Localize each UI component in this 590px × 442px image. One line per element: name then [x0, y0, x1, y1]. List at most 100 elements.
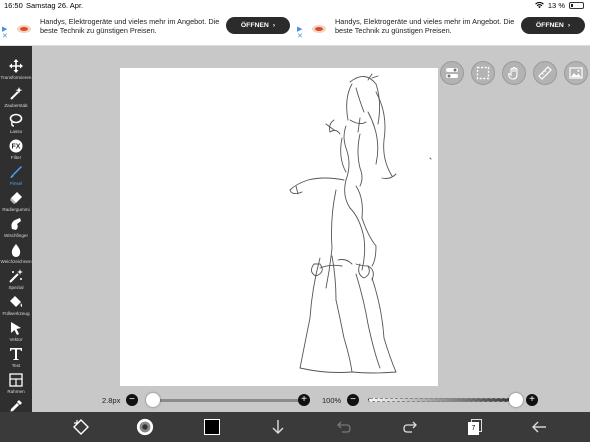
tool-label: Pinsel [9, 181, 23, 186]
tool-label: Vektor [9, 337, 23, 342]
opacity-slider-handle[interactable] [509, 393, 523, 407]
ad-right[interactable]: ▶ ✕ Handys, Elektrogeräte und vieles mehr… [295, 12, 590, 46]
ad-open-button[interactable]: ÖFFNEN › [226, 17, 290, 34]
fill-bucket-icon [8, 294, 24, 310]
svg-text:FX: FX [12, 144, 21, 151]
eraser-icon [8, 190, 24, 206]
tool-label: Filter [10, 155, 22, 160]
tool-frame[interactable]: Rahmen [0, 372, 32, 398]
ad-left[interactable]: ▶ ✕ Handys, Elektrogeräte und vieles mehr… [0, 12, 295, 46]
tool-magic-wand[interactable]: Zauberstab [0, 86, 32, 112]
layers-count: 7 [468, 422, 479, 435]
arrow-left-icon [532, 421, 546, 433]
tool-blur[interactable]: Weichzeichnen [0, 242, 32, 268]
brush-size-track[interactable] [153, 399, 299, 402]
tool-text[interactable]: Text [0, 346, 32, 372]
image-button[interactable] [564, 61, 588, 85]
tool-lasso[interactable]: Lasso [0, 112, 32, 138]
ad-choices-icon[interactable]: ▶ ✕ [2, 26, 8, 40]
rotate-diamond-icon [73, 419, 89, 435]
ad-text: Handys, Elektrogeräte und vieles mehr im… [335, 17, 515, 35]
redo-button[interactable] [401, 418, 419, 436]
ad-banner: ▶ ✕ Handys, Elektrogeräte und vieles mehr… [0, 12, 590, 46]
opacity-plus-button[interactable]: + [526, 394, 538, 406]
tool-eraser[interactable]: Radiergummi [0, 190, 32, 216]
current-color-swatch [204, 419, 220, 435]
drawing-canvas[interactable] [120, 68, 438, 386]
frame-icon [8, 372, 24, 388]
chevron-right-icon: › [272, 22, 276, 29]
wifi-icon [535, 2, 544, 9]
arrow-down-icon [272, 420, 284, 434]
tool-label: Radiergummi [2, 207, 30, 212]
ruler-icon [538, 66, 552, 80]
brush-size-slider-handle[interactable] [146, 393, 160, 407]
tool-sidebar: Transformieren Zauberstab Lasso FX Filte… [0, 46, 32, 442]
toggle-icon [446, 68, 458, 78]
back-button[interactable] [530, 418, 548, 436]
brush-size-value: 2.8px [102, 396, 121, 405]
ad-open-button[interactable]: ÖFFNEN › [521, 17, 585, 34]
layers-button[interactable]: 7 [466, 418, 484, 436]
sparkle-wand-icon [8, 268, 24, 284]
chevron-right-icon: › [567, 22, 571, 29]
tool-label: Wischfinger [4, 233, 28, 238]
tool-label: Weichzeichnen [0, 259, 32, 264]
status-bar: 16:50 Samstag 26. Apr. 13 % [0, 0, 590, 12]
magic-wand-icon [8, 86, 24, 102]
layer-toggle-button[interactable] [440, 61, 464, 85]
brush-preview-icon [136, 418, 154, 436]
status-time: 16:50 [4, 1, 23, 10]
tool-brush[interactable]: Pinsel [0, 164, 32, 190]
opacity-minus-button[interactable]: − [347, 394, 359, 406]
tool-label: Text [11, 363, 21, 368]
color-picker-button[interactable] [203, 418, 221, 436]
redo-icon [403, 421, 417, 433]
status-date: Samstag 26. Apr. [26, 1, 84, 10]
tool-smudge[interactable]: Wischfinger [0, 216, 32, 242]
opacity-track[interactable] [368, 398, 516, 402]
brush-settings-button[interactable] [136, 418, 154, 436]
tool-label: Transformieren [0, 75, 32, 80]
sketch-drawing [289, 73, 432, 374]
brush-size-minus-button[interactable]: − [126, 394, 138, 406]
undo-icon [337, 421, 351, 433]
hand-icon [507, 66, 518, 80]
tool-label: Spezial [8, 285, 24, 290]
tool-fill[interactable]: Füllwerkzeug [0, 294, 32, 320]
image-icon [569, 67, 583, 79]
tool-label: Füllwerkzeug [2, 311, 30, 316]
ad-open-label: ÖFFNEN [535, 22, 564, 29]
move-arrows-icon [8, 58, 24, 74]
tool-transform[interactable]: Transformieren [0, 58, 32, 84]
opacity-value: 100% [322, 396, 342, 405]
lasso-icon [8, 112, 24, 128]
transform-toggle-button[interactable] [72, 418, 90, 436]
undo-button[interactable] [335, 418, 353, 436]
brush-size-plus-button[interactable]: + [298, 394, 310, 406]
tool-label: Rahmen [7, 389, 25, 394]
hand-tool-button[interactable] [502, 61, 526, 85]
layers-icon: 7 [468, 419, 482, 435]
tool-filter[interactable]: FX Filter [0, 138, 32, 164]
brush-icon [8, 164, 24, 180]
smudge-icon [8, 216, 24, 232]
bottom-toolbar: 7 [0, 412, 590, 442]
tool-special[interactable]: Spezial [0, 268, 32, 294]
ruler-button[interactable] [533, 61, 557, 85]
fx-icon: FX [8, 138, 24, 154]
cursor-icon [8, 320, 24, 336]
selection-icon [476, 66, 490, 80]
ad-text: Handys, Elektrogeräte und vieles mehr im… [40, 17, 220, 35]
text-icon [8, 346, 24, 362]
ad-logo-icon [17, 25, 31, 33]
battery-icon [569, 2, 584, 9]
ad-choices-icon[interactable]: ▶ ✕ [297, 26, 303, 40]
selection-button[interactable] [471, 61, 495, 85]
battery-percent: 13 % [547, 1, 565, 10]
tool-vector[interactable]: Vektor [0, 320, 32, 346]
download-button[interactable] [269, 418, 287, 436]
ad-open-label: ÖFFNEN [240, 22, 269, 29]
ad-logo-icon [312, 25, 326, 33]
tool-label: Lasso [9, 129, 23, 134]
